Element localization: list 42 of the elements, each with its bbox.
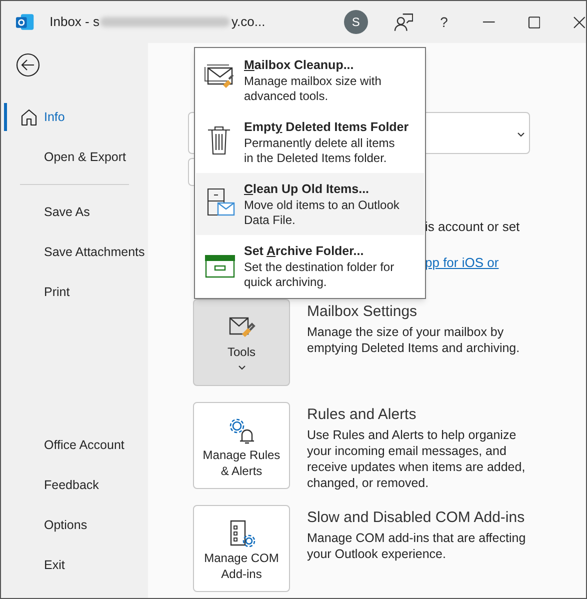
tool-button[interactable]: Tools <box>193 299 290 386</box>
sidebar-item[interactable]: Feedback <box>1 465 148 505</box>
section-title: Slow and Disabled COM Add-ins <box>307 508 526 528</box>
outlook-logo-icon <box>15 13 35 31</box>
account-avatar[interactable]: S <box>344 10 368 34</box>
window-title: Inbox - s <box>50 13 100 32</box>
feedback-person-icon <box>394 12 414 32</box>
menu-item-title: Clean Up Old Items... <box>244 181 370 197</box>
menu-item-description: Manage mailbox size with advanced tools. <box>244 74 382 104</box>
body-text: is account or set <box>425 218 521 236</box>
menu-item-description: Set the destination folder for quick archiving. <box>244 260 396 290</box>
section-title: Rules and Alerts <box>307 405 418 425</box>
checklist-gear-icon <box>228 520 256 548</box>
menu-item-title: Mailbox Cleanup... <box>244 57 355 73</box>
tool-button[interactable]: Manage Rules & Alerts <box>193 402 290 489</box>
menu-item-description: Move old items to an Outlook Data File. <box>244 198 400 228</box>
gear-bell-icon <box>228 417 256 445</box>
sidebar-item[interactable]: Options <box>1 505 148 545</box>
menu-item[interactable]: Clean Up Old Items... Move old items to an Outlook Data File. <box>196 173 424 235</box>
app-link[interactable]: pp for iOS or <box>425 254 545 272</box>
chevron-down-icon <box>517 132 525 138</box>
sidebar-item[interactable]: Office Account <box>1 425 148 465</box>
sidebar-item[interactable]: Save As <box>1 192 148 232</box>
section-title: Mailbox Settings <box>307 302 418 322</box>
maximize-icon <box>528 16 540 28</box>
help-button[interactable]: ? <box>432 12 456 32</box>
section-description: Manage the size of your mailbox by emptying Deleted Items and archiving. <box>307 324 521 356</box>
tool-button[interactable]: Manage COM Add-ins <box>193 505 290 592</box>
section-description: Use Rules and Alerts to help organize your incoming email messages, and receive updates when items are added, changed, or removed. <box>307 427 526 491</box>
sidebar-item[interactable]: Info <box>1 97 148 137</box>
close-icon <box>573 16 586 28</box>
sidebar-item[interactable]: Save Attachments <box>1 232 148 272</box>
chevron-down-icon <box>238 365 246 371</box>
section-description: Manage COM add-ins that are affecting your Outlook experience. <box>307 530 527 562</box>
menu-item-title: Empty Deleted Items Folder <box>244 119 409 135</box>
sidebar-item[interactable]: Open & Export <box>1 137 148 177</box>
window-title: y.co... <box>231 13 266 32</box>
menu-item-title: Set Archive Folder... <box>244 243 365 259</box>
home-icon <box>20 108 38 126</box>
sidebar-item[interactable]: Print <box>1 272 148 312</box>
menu-item-description: Permanently delete all items in the Deleted Items folder. <box>244 136 396 166</box>
sidebar-item[interactable]: Exit <box>1 545 148 585</box>
